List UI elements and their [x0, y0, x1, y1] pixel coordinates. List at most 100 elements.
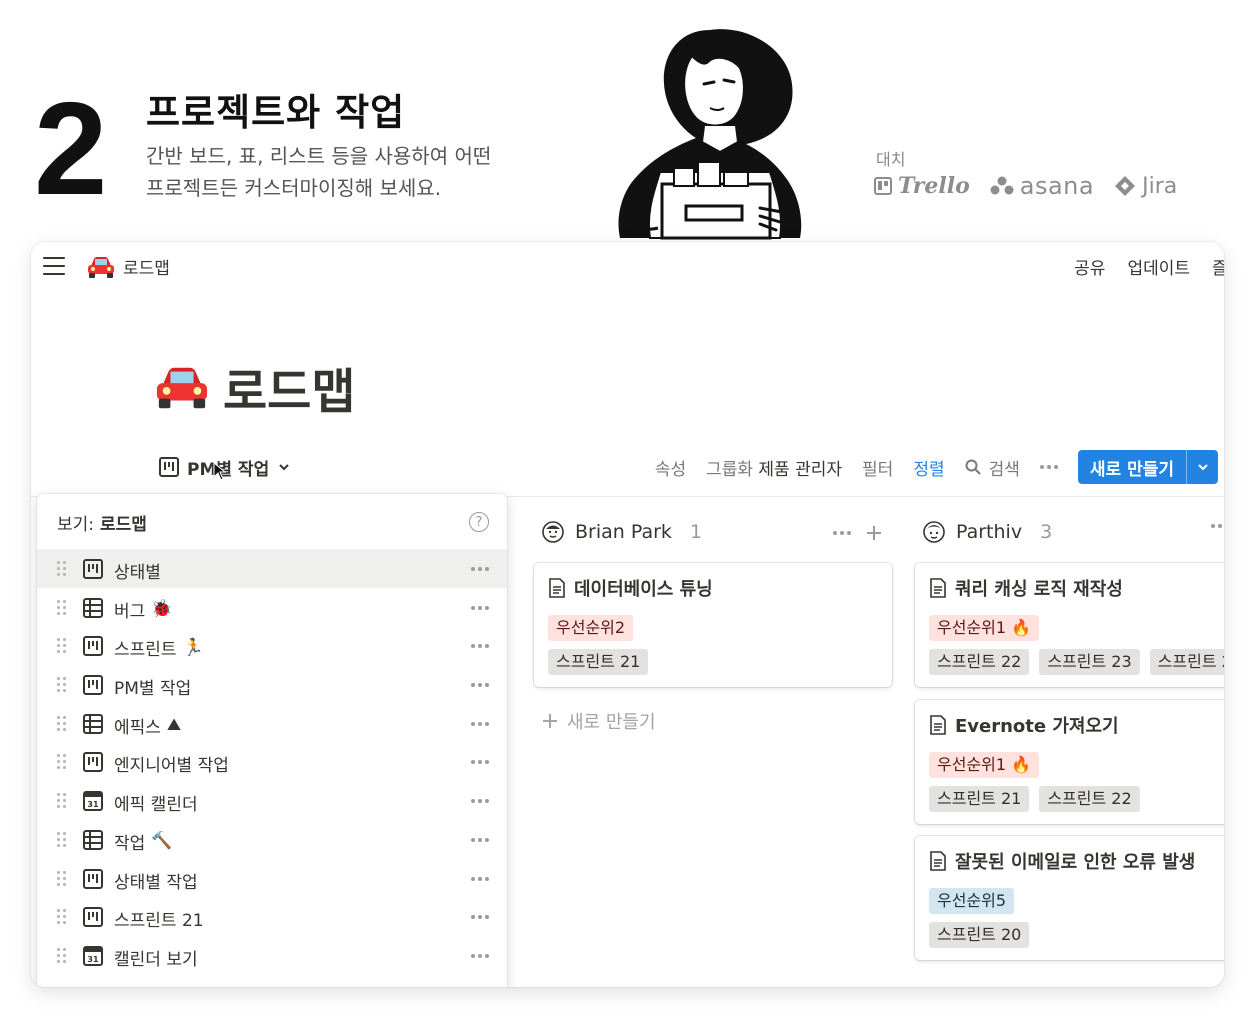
view-list-item-label: 에픽스 ⛰ [114, 713, 181, 738]
board-view-icon [159, 457, 179, 477]
new-button[interactable]: 새로 만들기 [1077, 450, 1218, 484]
sprint-tag: 스프린트 21 [929, 786, 1030, 812]
board-card[interactable]: 데이터베이스 튜닝 우선순위2 스프린트 21 [534, 563, 892, 687]
woman-with-box-illustration [618, 29, 802, 240]
more-options-icon[interactable] [471, 915, 489, 920]
toolbar: 속성 그룹화 제품 관리자 필터 정렬 검색 새로 만들기 [655, 450, 1218, 484]
view-name: 스프린트 21 [114, 911, 204, 932]
priority-tag: 우선순위1 🔥 [929, 615, 1040, 641]
more-options-icon[interactable] [471, 760, 489, 765]
view-name: 에픽스 [114, 717, 161, 738]
view-selector[interactable]: PM별 작업 [159, 452, 289, 482]
view-name: 작업 [114, 833, 146, 854]
view-list-item[interactable]: 상태별 작업 [37, 859, 507, 898]
view-list-item[interactable]: 31 에픽 캘린더 [37, 781, 507, 820]
avatar [923, 521, 945, 543]
new-button-dropdown[interactable] [1186, 450, 1218, 484]
table-view-icon [83, 597, 103, 618]
view-list-item[interactable]: 버그 🐞 [37, 588, 507, 627]
view-list-item[interactable]: 31 캘린더 보기 [37, 936, 507, 975]
sprint-tag: 스프린트 22 [1039, 786, 1140, 812]
updates-button[interactable]: 업데이트 [1127, 254, 1190, 279]
sort-button[interactable]: 정렬 [913, 455, 944, 480]
drag-handle-icon[interactable] [57, 599, 67, 616]
drag-handle-icon[interactable] [57, 947, 67, 964]
drag-handle-icon[interactable] [57, 715, 67, 732]
board-column-header[interactable]: Brian Park 1 [541, 520, 702, 544]
drag-handle-icon[interactable] [57, 561, 67, 577]
view-emoji: 🏃 [182, 637, 204, 658]
view-switcher-dropdown: 보기: 로드맵 ? 상태별 버그 🐞 스프린트 🏃 PM별 작업 에픽스 ⛰ 엔지니어별 작업 3… [37, 494, 507, 987]
board-view-icon [83, 868, 103, 889]
group-button[interactable]: 그룹화 제품 관리자 [706, 455, 842, 480]
plus-icon[interactable] [865, 524, 883, 542]
card-title-text: 데이터베이스 튜닝 [574, 579, 713, 600]
properties-button[interactable]: 속성 [655, 455, 686, 480]
view-list-item[interactable]: 엔지니어별 작업 [37, 742, 507, 781]
drag-handle-icon[interactable] [57, 754, 67, 770]
search-button[interactable]: 검색 [965, 455, 1020, 480]
document-icon [549, 578, 565, 598]
breadcrumb[interactable]: 로드맵 [87, 254, 170, 279]
menu-icon[interactable] [43, 257, 65, 275]
card-title-text: 쿼리 캐싱 로직 재작성 [955, 579, 1123, 600]
more-options-icon[interactable] [471, 683, 489, 688]
more-options-icon[interactable] [471, 644, 489, 649]
view-list-item[interactable]: 작업 🔨 [37, 820, 507, 859]
drag-handle-icon[interactable] [57, 870, 67, 887]
more-options-icon[interactable] [471, 837, 489, 842]
filter-button[interactable]: 필터 [862, 455, 893, 480]
card-title: 쿼리 캐싱 로직 재작성 [929, 575, 1221, 601]
column-count: 1 [689, 521, 703, 543]
more-options-icon[interactable] [471, 799, 489, 804]
column-tools [1211, 524, 1224, 528]
sprint-tag: 스프린트 20 [929, 922, 1030, 948]
group-value: 제품 관리자 [758, 459, 843, 480]
board-view-icon [83, 752, 103, 773]
view-emoji: 🐞 [151, 599, 173, 620]
view-list-item[interactable]: 스프린트 🏃 [37, 626, 507, 665]
board-column-header[interactable]: Parthiv 3 [922, 520, 1052, 544]
board-card[interactable]: 잘못된 이메일로 인한 오류 발생 우선순위5 스프린트 20 [915, 836, 1224, 960]
view-name: 스프린트 [114, 640, 177, 661]
more-options-icon[interactable] [833, 531, 851, 535]
more-options-icon[interactable] [471, 876, 489, 881]
more-options-icon[interactable] [471, 567, 489, 571]
view-name: 엔지니어별 작업 [114, 756, 229, 777]
column-tools [833, 524, 883, 542]
card-title-text: 잘못된 이메일로 인한 오류 발생 [955, 852, 1196, 873]
board-card[interactable]: Evernote 가져오기 우선순위1 🔥 스프린트 21 스프린트 22 [915, 700, 1224, 824]
section-title: 프로젝트와 작업 [146, 91, 406, 134]
cursor-icon [213, 462, 227, 481]
favorite-button[interactable]: 즐 [1212, 254, 1224, 279]
more-options-icon[interactable] [1039, 465, 1058, 469]
svg-text:31: 31 [87, 955, 99, 964]
page-title: 로드맵 [155, 352, 355, 422]
more-options-icon[interactable] [1211, 524, 1224, 528]
drag-handle-icon[interactable] [57, 909, 67, 925]
document-icon [930, 578, 946, 598]
alternatives-label: 대치 [876, 150, 906, 169]
chevron-down-icon [279, 464, 289, 471]
drag-handle-icon[interactable] [57, 831, 67, 848]
board-card[interactable]: 쿼리 캐싱 로직 재작성 우선순위1 🔥 스프린트 22 스프린트 23 스프린… [915, 563, 1224, 687]
view-list-item[interactable]: 에픽스 ⛰ [37, 704, 507, 743]
drag-handle-icon[interactable] [57, 677, 67, 693]
drag-handle-icon[interactable] [57, 793, 67, 809]
asana-wordmark: asana [1019, 172, 1095, 200]
more-options-icon[interactable] [471, 721, 489, 726]
drag-handle-icon[interactable] [57, 638, 67, 654]
help-icon[interactable]: ? [469, 512, 489, 532]
share-button[interactable]: 공유 [1074, 254, 1105, 279]
new-card-button[interactable]: 새로 만들기 [541, 708, 656, 734]
priority-tag: 우선순위1 🔥 [929, 752, 1040, 778]
view-list-item[interactable]: PM별 작업 [37, 665, 507, 704]
priority-tag: 우선순위2 [548, 615, 634, 641]
more-options-icon[interactable] [471, 605, 489, 610]
card-title: Evernote 가져오기 [929, 712, 1221, 738]
view-list-item[interactable]: 스프린트 21 [37, 897, 507, 936]
new-button-label: 새로 만들기 [1089, 459, 1174, 480]
view-list-item[interactable]: 상태별 [37, 549, 507, 588]
jira-icon [1115, 176, 1136, 196]
more-options-icon[interactable] [471, 953, 489, 958]
